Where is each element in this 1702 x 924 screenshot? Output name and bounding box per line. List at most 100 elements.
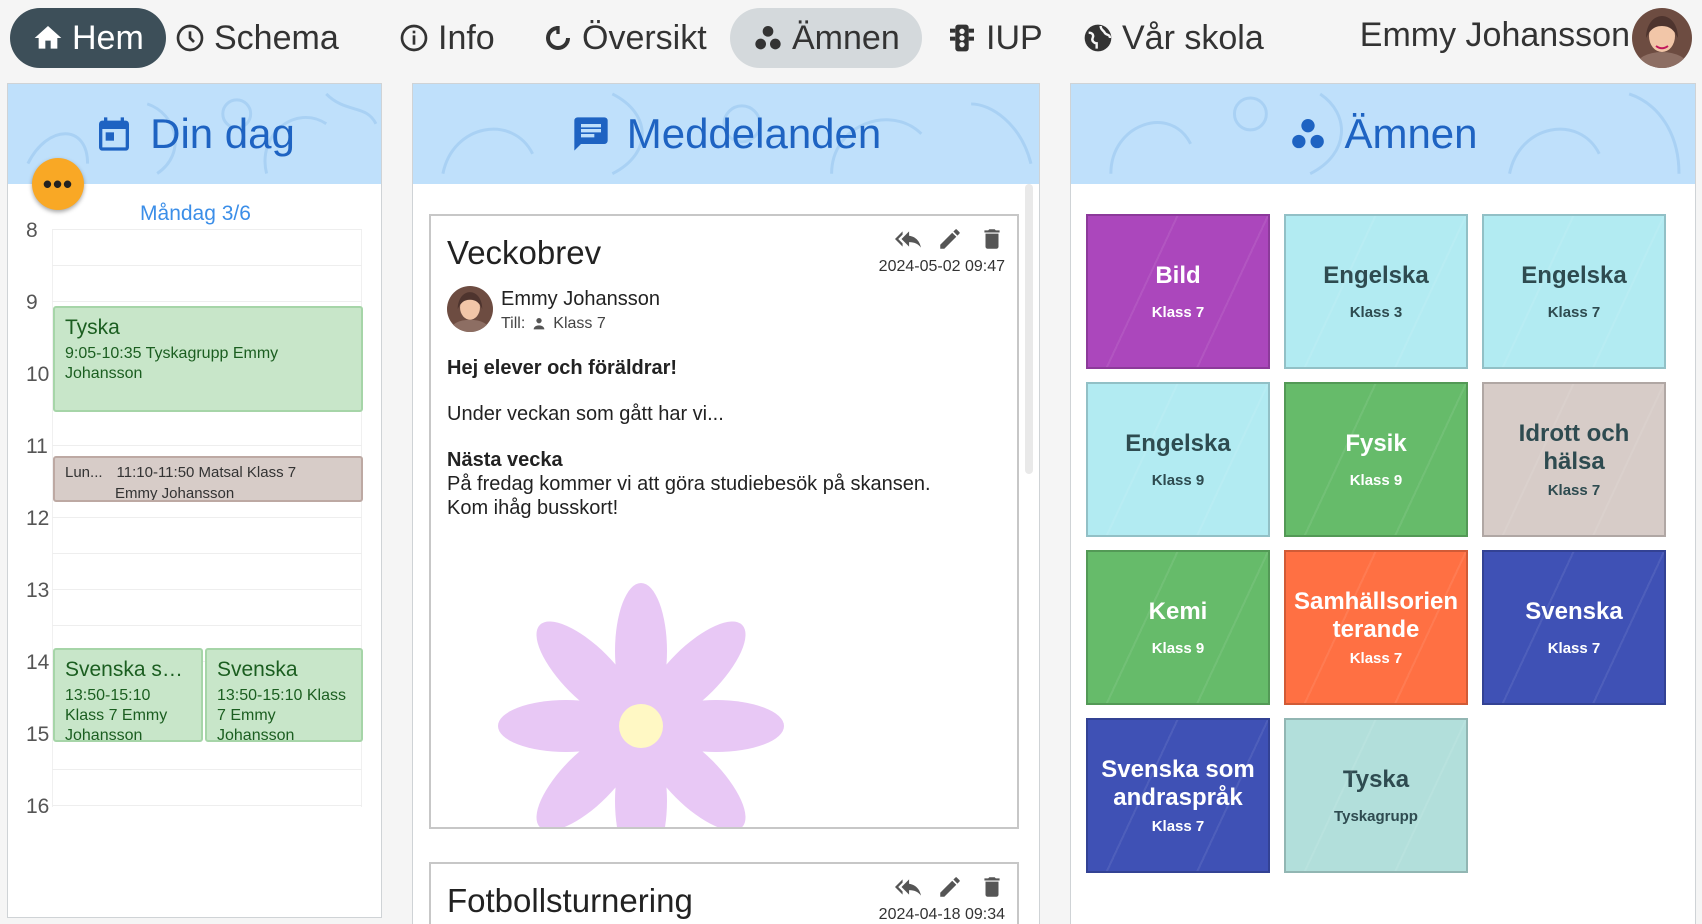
event-svenska[interactable]: Svenska 13:50-15:10 Klass 7 Emmy Johanss… bbox=[205, 648, 363, 742]
recipient-label: Till: bbox=[501, 315, 526, 332]
message-heading: Nästa vecka bbox=[447, 449, 563, 471]
edit-icon[interactable] bbox=[937, 226, 963, 252]
subject-name: Fysik bbox=[1345, 430, 1407, 457]
messages-card-header: Meddelanden bbox=[413, 84, 1039, 184]
nav-item-iup[interactable]: IUP bbox=[924, 8, 1065, 68]
nav-item-oversikt[interactable]: Översikt bbox=[520, 8, 729, 68]
subject-name: Svenska som andraspråk bbox=[1101, 756, 1255, 811]
hour-label: 12 bbox=[26, 507, 50, 530]
message-body: Hej elever och föräldrar! Under veckan s… bbox=[447, 356, 1007, 520]
message-line: Kom ihåg busskort! bbox=[447, 497, 619, 519]
hour-label: 15 bbox=[26, 723, 50, 746]
nav-item-info[interactable]: Info bbox=[376, 8, 517, 68]
edit-icon[interactable] bbox=[937, 874, 963, 900]
hour-label: 10 bbox=[26, 363, 50, 386]
subject-name: Tyska bbox=[1342, 766, 1410, 793]
subjects-icon bbox=[1292, 119, 1325, 149]
event-row: Lun... 11:10-11:50 Matsal Klass 7 bbox=[65, 464, 351, 481]
event-title: Svenska so... bbox=[65, 658, 191, 681]
nav-item-var-skola[interactable]: Vår skola bbox=[1060, 8, 1286, 68]
message-intro: Under veckan som gått har vi... bbox=[447, 403, 724, 425]
subject-name: Kemi bbox=[1148, 598, 1208, 625]
event-time: 11:10-11:50 Matsal Klass 7 bbox=[116, 464, 297, 481]
clock-icon bbox=[176, 24, 204, 52]
subject-class: Klass 9 bbox=[1349, 472, 1403, 489]
subject-class: Klass 7 bbox=[1547, 304, 1601, 321]
hour-line bbox=[52, 445, 362, 446]
home-icon bbox=[34, 26, 62, 49]
person-icon bbox=[533, 318, 545, 330]
event-row: Emmy Johansson bbox=[65, 485, 351, 500]
traffic-light-icon bbox=[950, 24, 974, 52]
message-author: Emmy Johansson Till: Klass 7 bbox=[447, 286, 660, 333]
author-avatar bbox=[447, 286, 493, 332]
hour-label: 9 bbox=[26, 291, 38, 314]
event-info: 9:05-10:35 Tyskagrupp Emmy Johansson bbox=[65, 345, 279, 382]
event-info: 13:50-15:10 Klass 7 Emmy Johansson bbox=[65, 687, 168, 742]
subject-tile-bild[interactable]: Bild Klass 7 bbox=[1086, 214, 1270, 369]
message-item[interactable]: Fotbollsturnering 2024-04-18 09:34 bbox=[429, 862, 1019, 924]
message-greeting: Hej elever och föräldrar! bbox=[447, 357, 678, 379]
subject-tile-engelska-9[interactable]: Engelska Klass 9 bbox=[1086, 382, 1270, 537]
subject-tile-idrott[interactable]: Idrott och hälsa Klass 7 bbox=[1482, 382, 1666, 537]
avatar[interactable] bbox=[1632, 8, 1692, 68]
event-tyska[interactable]: Tyska 9:05-10:35 Tyskagrupp Emmy Johanss… bbox=[53, 306, 363, 412]
subjects-icon bbox=[755, 26, 781, 50]
subject-name: Engelska bbox=[1521, 262, 1627, 289]
message-date: 2024-05-02 09:47 bbox=[878, 258, 1005, 275]
day-card-title: Din dag bbox=[150, 110, 295, 157]
subject-class: Klass 7 bbox=[1349, 650, 1403, 667]
top-navigation: Hem Schema Info Översikt Ämnen IUP Vår s… bbox=[0, 0, 1702, 78]
hour-line bbox=[52, 805, 362, 806]
message-date: 2024-04-18 09:34 bbox=[878, 906, 1005, 923]
nav-item-schema[interactable]: Schema bbox=[152, 8, 361, 68]
subject-tile-tyska[interactable]: Tyska Tyskagrupp bbox=[1284, 718, 1468, 873]
delete-icon[interactable] bbox=[979, 874, 1005, 900]
subject-tile-svenska[interactable]: Svenska Klass 7 bbox=[1482, 550, 1666, 705]
message-icon bbox=[574, 117, 608, 151]
subject-tile-kemi[interactable]: Kemi Klass 9 bbox=[1086, 550, 1270, 705]
hour-line bbox=[52, 517, 362, 518]
event-svenska-som[interactable]: Svenska so... 13:50-15:10 Klass 7 Emmy J… bbox=[53, 648, 203, 742]
user-name[interactable]: Emmy Johansson bbox=[1360, 16, 1630, 55]
hour-label: 13 bbox=[26, 579, 50, 602]
hour-line bbox=[52, 229, 362, 230]
message-item[interactable]: Veckobrev 2024-05-02 09:47 Emmy Johansso… bbox=[429, 214, 1019, 829]
delete-icon[interactable] bbox=[979, 226, 1005, 252]
subject-tile-fysik[interactable]: Fysik Klass 9 bbox=[1284, 382, 1468, 537]
subject-name: Samhällsorienterande bbox=[1293, 588, 1459, 643]
subject-class: Klass 7 bbox=[1151, 304, 1205, 321]
message-line: På fredag kommer vi att göra studiebesök… bbox=[447, 473, 931, 495]
reply-all-icon[interactable] bbox=[895, 874, 921, 900]
reply-all-icon[interactable] bbox=[895, 226, 921, 252]
author-name: Emmy Johansson bbox=[501, 288, 660, 310]
nav-item-amnen[interactable]: Ämnen bbox=[730, 8, 922, 68]
subjects-card-header: Ämnen bbox=[1071, 84, 1695, 184]
subject-class: Tyskagrupp bbox=[1334, 808, 1418, 825]
subject-tile-engelska-7[interactable]: Engelska Klass 7 bbox=[1482, 214, 1666, 369]
subject-name: Bild bbox=[1155, 262, 1201, 289]
message-title: Fotbollsturnering bbox=[447, 882, 693, 919]
event-title: Lun... bbox=[65, 464, 103, 481]
scrollbar[interactable] bbox=[1025, 184, 1033, 474]
event-title: Svenska bbox=[217, 658, 298, 681]
hour-line bbox=[52, 589, 362, 590]
subject-tile-svenska-som-andrasprak[interactable]: Svenska som andraspråk Klass 7 bbox=[1086, 718, 1270, 873]
half-hour-line bbox=[52, 625, 362, 626]
hour-label: 14 bbox=[26, 651, 50, 674]
recipient-value: Klass 7 bbox=[553, 315, 606, 332]
subject-class: Klass 7 bbox=[1547, 482, 1601, 499]
messages-card: Meddelanden Veckobrev 2024-05-02 09:47 E… bbox=[412, 83, 1040, 924]
subject-tile-samhallsorienterande[interactable]: Samhällsorienterande Klass 7 bbox=[1284, 550, 1468, 705]
more-menu-button[interactable]: ••• bbox=[32, 158, 84, 210]
half-hour-line bbox=[52, 265, 362, 266]
subject-tile-engelska-3[interactable]: Engelska Klass 3 bbox=[1284, 214, 1468, 369]
event-lunch[interactable]: Lun... 11:10-11:50 Matsal Klass 7 Emmy J… bbox=[53, 456, 363, 502]
nav-item-hem[interactable]: Hem bbox=[10, 8, 166, 68]
subject-name: Engelska bbox=[1323, 262, 1429, 289]
half-hour-line bbox=[52, 553, 362, 554]
subject-class: Klass 9 bbox=[1151, 640, 1205, 657]
half-hour-line bbox=[52, 769, 362, 770]
calendar-icon bbox=[99, 117, 130, 151]
subject-class: Klass 7 bbox=[1547, 640, 1601, 657]
